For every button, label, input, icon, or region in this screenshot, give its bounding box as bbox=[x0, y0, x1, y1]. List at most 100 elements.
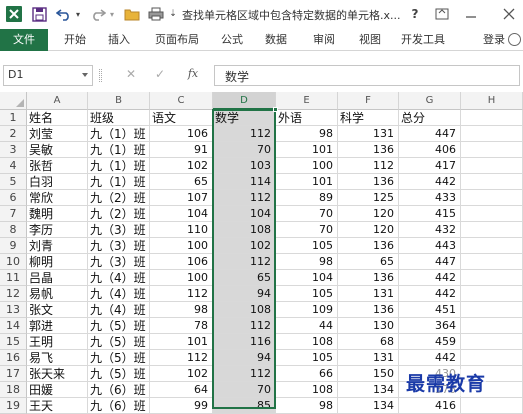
cell-c13[interactable]: 98 bbox=[150, 302, 213, 318]
row-header-17[interactable]: 17 bbox=[0, 366, 27, 382]
row-header-7[interactable]: 7 bbox=[0, 206, 27, 222]
cell-b7[interactable]: 九（2）班 bbox=[88, 206, 150, 222]
name-box[interactable]: D1 bbox=[3, 65, 93, 86]
cell-g6[interactable]: 433 bbox=[399, 190, 461, 206]
redo-icon[interactable] bbox=[88, 3, 108, 25]
cell-g14[interactable]: 364 bbox=[399, 318, 461, 334]
cell-f12[interactable]: 131 bbox=[338, 286, 399, 302]
cell-b17[interactable]: 九（5）班 bbox=[88, 366, 150, 382]
cell-c19[interactable]: 99 bbox=[150, 398, 213, 414]
cell-g3[interactable]: 406 bbox=[399, 142, 461, 158]
cell-g2[interactable]: 447 bbox=[399, 126, 461, 142]
cell-c9[interactable]: 100 bbox=[150, 238, 213, 254]
smiley-feedback-icon[interactable] bbox=[508, 33, 521, 46]
column-header-e[interactable]: E bbox=[276, 92, 338, 110]
cell-h16[interactable] bbox=[461, 350, 523, 366]
row-header-10[interactable]: 10 bbox=[0, 254, 27, 270]
cell-b2[interactable]: 九（1）班 bbox=[88, 126, 150, 142]
cell-a6[interactable]: 常欣 bbox=[27, 190, 88, 206]
cell-b15[interactable]: 九（5）班 bbox=[88, 334, 150, 350]
row-header-6[interactable]: 6 bbox=[0, 190, 27, 206]
print-icon[interactable] bbox=[146, 3, 166, 25]
cell-f3[interactable]: 136 bbox=[338, 142, 399, 158]
cell-a15[interactable]: 王明 bbox=[27, 334, 88, 350]
cell-c4[interactable]: 102 bbox=[150, 158, 213, 174]
cell-d18[interactable]: 70 bbox=[213, 382, 276, 398]
cell-a11[interactable]: 吕晶 bbox=[27, 270, 88, 286]
tab-formulas[interactable]: 公式 bbox=[215, 29, 249, 51]
cell-f6[interactable]: 125 bbox=[338, 190, 399, 206]
cell-h4[interactable] bbox=[461, 158, 523, 174]
cell-d6[interactable]: 112 bbox=[213, 190, 276, 206]
cell-e7[interactable]: 70 bbox=[276, 206, 338, 222]
row-header-9[interactable]: 9 bbox=[0, 238, 27, 254]
formula-bar-divider[interactable] bbox=[99, 69, 102, 82]
cell-f14[interactable]: 130 bbox=[338, 318, 399, 334]
tab-file[interactable]: 文件 bbox=[0, 29, 48, 51]
cell-b8[interactable]: 九（3）班 bbox=[88, 222, 150, 238]
cell-g15[interactable]: 459 bbox=[399, 334, 461, 350]
cell-d15[interactable]: 116 bbox=[213, 334, 276, 350]
cell-h13[interactable] bbox=[461, 302, 523, 318]
help-icon[interactable]: ? bbox=[404, 3, 426, 25]
column-header-f[interactable]: F bbox=[338, 92, 399, 110]
name-box-dropdown-icon[interactable] bbox=[82, 73, 88, 77]
cell-b5[interactable]: 九（1）班 bbox=[88, 174, 150, 190]
cell-a16[interactable]: 易飞 bbox=[27, 350, 88, 366]
cell-b13[interactable]: 九（4）班 bbox=[88, 302, 150, 318]
cell-a8[interactable]: 李历 bbox=[27, 222, 88, 238]
cell-b1[interactable]: 班级 bbox=[88, 110, 150, 126]
redo-dropdown-icon[interactable]: ▾ bbox=[108, 3, 116, 25]
cell-h19[interactable] bbox=[461, 398, 523, 414]
cell-e5[interactable]: 101 bbox=[276, 174, 338, 190]
cell-d16[interactable]: 94 bbox=[213, 350, 276, 366]
cell-h10[interactable] bbox=[461, 254, 523, 270]
worksheet-grid[interactable]: A B C D E F G H 1 姓名 班级 语文 数学 外语 科学 总分 2 刘莹 九（1）班 106 112 98 1… bbox=[0, 92, 523, 414]
cell-e17[interactable]: 66 bbox=[276, 366, 338, 382]
cell-d13[interactable]: 108 bbox=[213, 302, 276, 318]
column-header-g[interactable]: G bbox=[399, 92, 461, 110]
cell-g4[interactable]: 417 bbox=[399, 158, 461, 174]
cell-d5[interactable]: 114 bbox=[213, 174, 276, 190]
ribbon-display-icon[interactable] bbox=[431, 3, 453, 25]
cell-c10[interactable]: 106 bbox=[150, 254, 213, 270]
cell-c3[interactable]: 91 bbox=[150, 142, 213, 158]
save-icon[interactable] bbox=[29, 3, 49, 25]
open-folder-icon[interactable] bbox=[122, 3, 142, 25]
column-header-b[interactable]: B bbox=[88, 92, 150, 110]
cell-f11[interactable]: 136 bbox=[338, 270, 399, 286]
cell-e14[interactable]: 44 bbox=[276, 318, 338, 334]
cell-c12[interactable]: 112 bbox=[150, 286, 213, 302]
cell-e11[interactable]: 104 bbox=[276, 270, 338, 286]
cell-b10[interactable]: 九（3）班 bbox=[88, 254, 150, 270]
cell-b3[interactable]: 九（1）班 bbox=[88, 142, 150, 158]
cell-a17[interactable]: 张天来 bbox=[27, 366, 88, 382]
cell-b14[interactable]: 九（5）班 bbox=[88, 318, 150, 334]
cell-h12[interactable] bbox=[461, 286, 523, 302]
row-header-5[interactable]: 5 bbox=[0, 174, 27, 190]
cell-c18[interactable]: 64 bbox=[150, 382, 213, 398]
cell-d4[interactable]: 103 bbox=[213, 158, 276, 174]
row-header-12[interactable]: 12 bbox=[0, 286, 27, 302]
customize-icon[interactable]: ⇣ bbox=[167, 3, 179, 25]
cell-h5[interactable] bbox=[461, 174, 523, 190]
close-icon[interactable] bbox=[498, 3, 520, 25]
cell-g11[interactable]: 442 bbox=[399, 270, 461, 286]
cell-f10[interactable]: 65 bbox=[338, 254, 399, 270]
cell-a1[interactable]: 姓名 bbox=[27, 110, 88, 126]
cell-h11[interactable] bbox=[461, 270, 523, 286]
tab-insert[interactable]: 插入 bbox=[102, 29, 136, 51]
cancel-formula-icon[interactable]: ✕ bbox=[124, 67, 138, 83]
row-header-1[interactable]: 1 bbox=[0, 110, 27, 126]
cell-d3[interactable]: 70 bbox=[213, 142, 276, 158]
cell-f15[interactable]: 68 bbox=[338, 334, 399, 350]
cell-b19[interactable]: 九（6）班 bbox=[88, 398, 150, 414]
cell-e15[interactable]: 108 bbox=[276, 334, 338, 350]
cell-e10[interactable]: 98 bbox=[276, 254, 338, 270]
row-header-13[interactable]: 13 bbox=[0, 302, 27, 318]
enter-formula-icon[interactable]: ✓ bbox=[153, 67, 167, 83]
cell-g7[interactable]: 415 bbox=[399, 206, 461, 222]
cell-c1[interactable]: 语文 bbox=[150, 110, 213, 126]
cell-g9[interactable]: 443 bbox=[399, 238, 461, 254]
insert-function-icon[interactable]: fx bbox=[184, 67, 202, 83]
